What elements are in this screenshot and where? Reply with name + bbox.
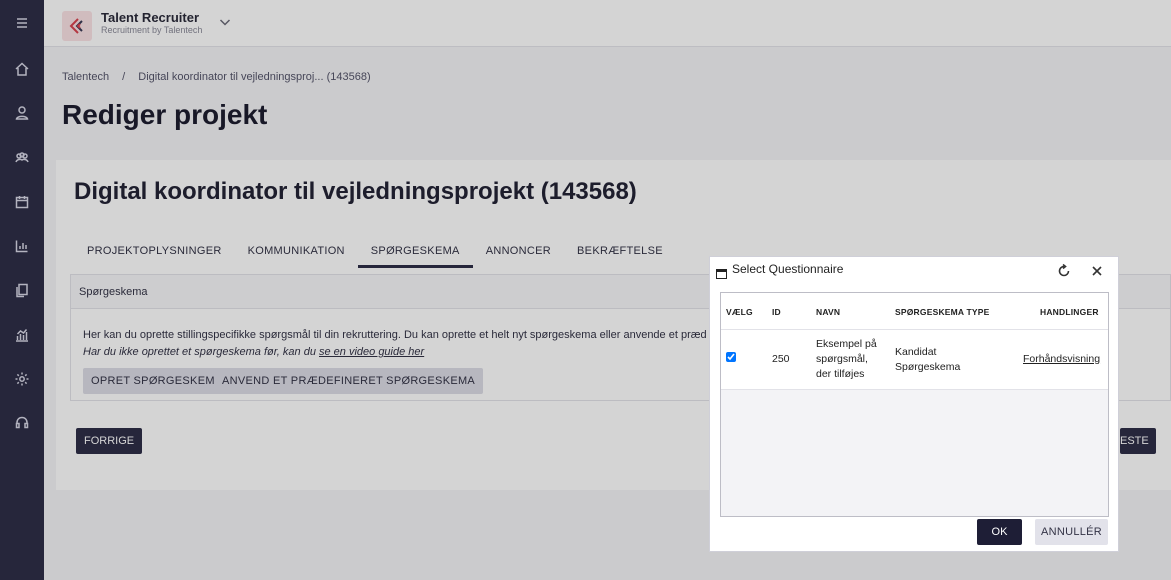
- row-name-line: Eksempel på: [816, 338, 877, 350]
- ok-button[interactable]: OK: [977, 519, 1022, 545]
- select-questionnaire-dialog: Select Questionnaire VÆLG ID NAVN SPØRGE…: [709, 256, 1119, 552]
- cancel-button[interactable]: ANNULLÉR: [1035, 519, 1108, 545]
- column-header-id[interactable]: ID: [772, 307, 781, 317]
- row-select-checkbox[interactable]: [726, 352, 736, 367]
- row-name: Eksempel på spørgsmål, der tilføjes: [816, 337, 877, 382]
- dialog-title: Select Questionnaire: [732, 262, 844, 276]
- table-row[interactable]: 250 Eksempel på spørgsmål, der tilføjes …: [721, 330, 1108, 390]
- refresh-icon[interactable]: [1056, 263, 1072, 279]
- row-type: Kandidat Spørgeskema: [895, 345, 960, 375]
- questionnaire-grid: VÆLG ID NAVN SPØRGESKEMA TYPE HANDLINGER…: [720, 292, 1109, 517]
- row-name-line: der tilføjes: [816, 368, 865, 380]
- column-header-select[interactable]: VÆLG: [726, 307, 753, 317]
- row-type-line: Spørgeskema: [895, 361, 961, 373]
- dialog-header: Select Questionnaire: [710, 257, 1118, 285]
- row-id: 250: [772, 353, 790, 365]
- column-header-name[interactable]: NAVN: [816, 307, 840, 317]
- close-icon[interactable]: [1090, 264, 1104, 278]
- row-type-line: Kandidat: [895, 346, 937, 358]
- column-header-actions[interactable]: HANDLINGER: [1040, 307, 1099, 317]
- preview-link[interactable]: Forhåndsvisning: [1023, 352, 1100, 367]
- row-name-line: spørgsmål,: [816, 353, 868, 365]
- column-header-type[interactable]: SPØRGESKEMA TYPE: [895, 307, 990, 317]
- grid-header: VÆLG ID NAVN SPØRGESKEMA TYPE HANDLINGER: [721, 293, 1108, 330]
- window-icon: [716, 266, 727, 279]
